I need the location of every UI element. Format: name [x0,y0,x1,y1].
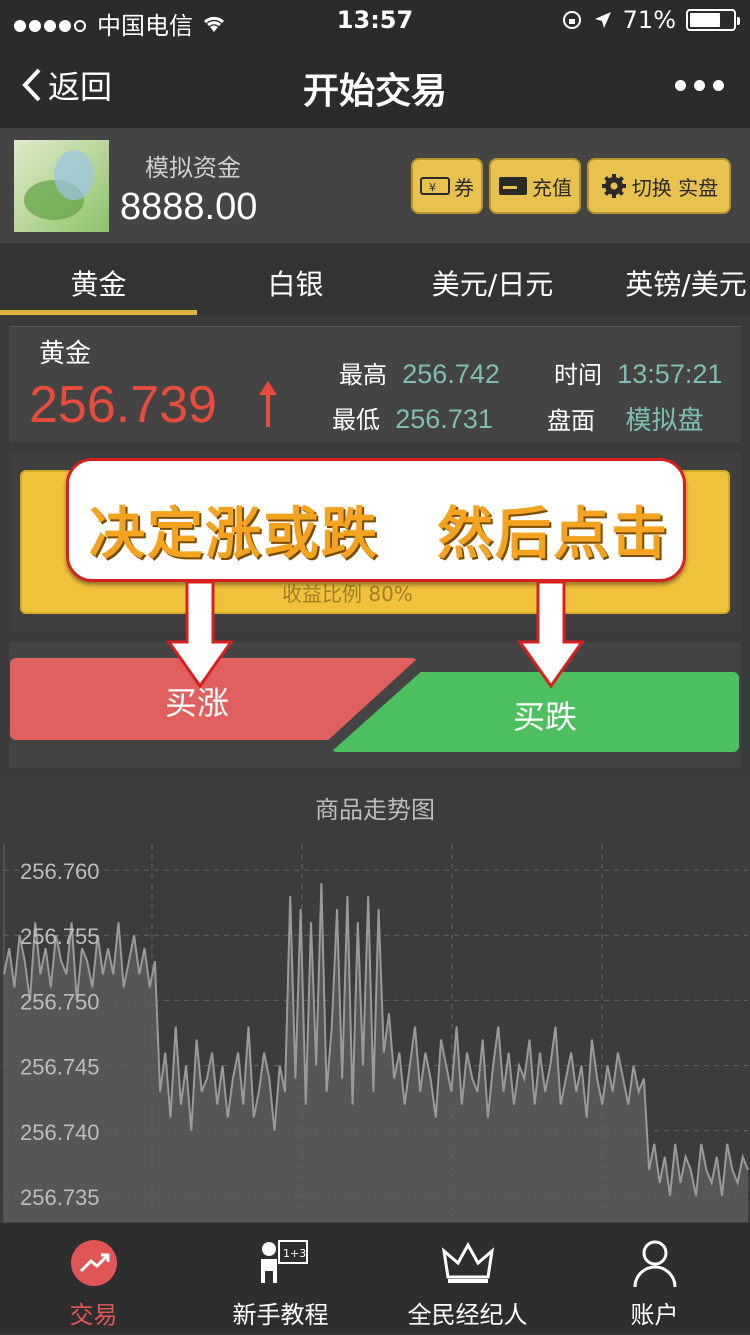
product-tabs: 黄金 白银 美元/日元 英镑/美元 [0,243,750,315]
callout-text: 决定涨或跌 然后点击 [89,502,669,567]
price-chart: 256.760 256.755 256.750 256.745 256.740 256.7… [0,776,750,1222]
user-icon [633,1240,677,1288]
profit-ratio-text: 收益比例 80% [282,582,413,606]
svg-text:1+3: 1+3 [283,1247,306,1260]
chart-ytick-label: 256.755 [20,924,100,949]
recharge-label: 充值 [532,175,572,200]
trend-up-icon [71,1240,117,1286]
quote-name: 黄金 [39,339,92,369]
card-icon [499,177,527,195]
callout-arrow-right [517,580,585,689]
bottom-nav-account-label: 账户 [630,1301,679,1329]
switch-real-button[interactable]: 切换 实盘 [587,158,731,214]
arrow-up-icon [259,381,277,427]
location-icon [594,12,611,28]
chart-ytick-label: 256.735 [20,1185,100,1210]
fund-balance: 8888.00 [120,186,258,228]
high-label: 最高 [339,361,387,389]
rotation-lock-icon [562,11,581,29]
account-section: 模拟资金 8888.00 ¥ 券 充值 切换 实盘 [0,128,750,243]
tab-usd-jpy[interactable]: 美元/日元 [394,263,591,303]
bottom-nav-broker-label: 全民经纪人 [407,1301,528,1329]
nav-bar: 返回 开始交易 [0,40,750,128]
bottom-nav-tutorial[interactable]: 1+3 新手教程 [187,1223,374,1335]
gear-icon [601,174,626,198]
crown-icon [441,1241,495,1283]
switch-label: 切换 实盘 [631,175,719,200]
time-row: 时间 13:57:21 [554,355,722,390]
chart-ytick-label: 256.760 [20,859,100,884]
tab-gold[interactable]: 黄金 [0,263,197,303]
high-value: 256.742 [402,359,500,389]
coupon-label: 券 [454,175,474,200]
low-label: 最低 [332,406,380,434]
bottom-nav: 交易 1+3 新手教程 全民经纪人 账户 [0,1222,750,1334]
bottom-nav-tutorial-label: 新手教程 [232,1301,329,1329]
board-row: 盘面 模拟盘 [547,400,704,437]
active-tab-indicator [0,310,197,315]
more-icon[interactable] [675,80,724,91]
ticket-icon: ¥ [420,177,450,195]
svg-text:¥: ¥ [429,181,436,194]
battery-icon [686,9,740,31]
chart-ytick-label: 256.745 [20,1055,100,1080]
trade-buttons: 买涨 买跌 [9,642,741,768]
bottom-nav-trade-label: 交易 [69,1301,118,1329]
page-title: 开始交易 [302,71,447,112]
buy-down-label: 买跌 [513,698,578,736]
instruction-callout: 决定涨或跌 然后点击 [66,458,686,582]
quote-card: 黄金 256.739 最高 256.742 时间 13:57:21 最低 256… [9,326,741,442]
high-row: 最高 256.742 [339,355,500,390]
battery-percent: 71% [622,6,676,34]
chart-ytick-label: 256.740 [20,1120,100,1145]
teacher-icon: 1+3 [261,1240,308,1283]
chart-area [4,883,748,1222]
time-value: 13:57:21 [617,359,723,389]
board-label: 盘面 [547,407,595,435]
callout-arrow-left [166,580,234,689]
board-value: 模拟盘 [625,405,704,435]
quote-price: 256.739 [29,376,217,434]
bottom-nav-trade[interactable]: 交易 [0,1223,187,1335]
low-value: 256.731 [395,404,493,434]
chart-title: 商品走势图 [315,796,435,824]
avatar[interactable] [14,140,109,232]
tab-silver[interactable]: 白银 [197,263,394,303]
recharge-button[interactable]: 充值 [489,158,581,214]
coupon-button[interactable]: ¥ 券 [411,158,483,214]
bottom-nav-broker[interactable]: 全民经纪人 [374,1223,561,1335]
status-bar: 中国电信 13:57 71% [0,0,750,40]
bottom-nav-account[interactable]: 账户 [561,1223,748,1335]
chart-canvas: 256.760 256.755 256.750 256.745 256.740 256.7… [3,844,749,1222]
fund-label: 模拟资金 [145,154,241,182]
chart-ytick-label: 256.750 [20,989,100,1014]
tab-gbp-usd[interactable]: 英镑/美元 [606,263,750,303]
time-label: 时间 [554,361,602,389]
low-row: 最低 256.731 [332,400,493,435]
